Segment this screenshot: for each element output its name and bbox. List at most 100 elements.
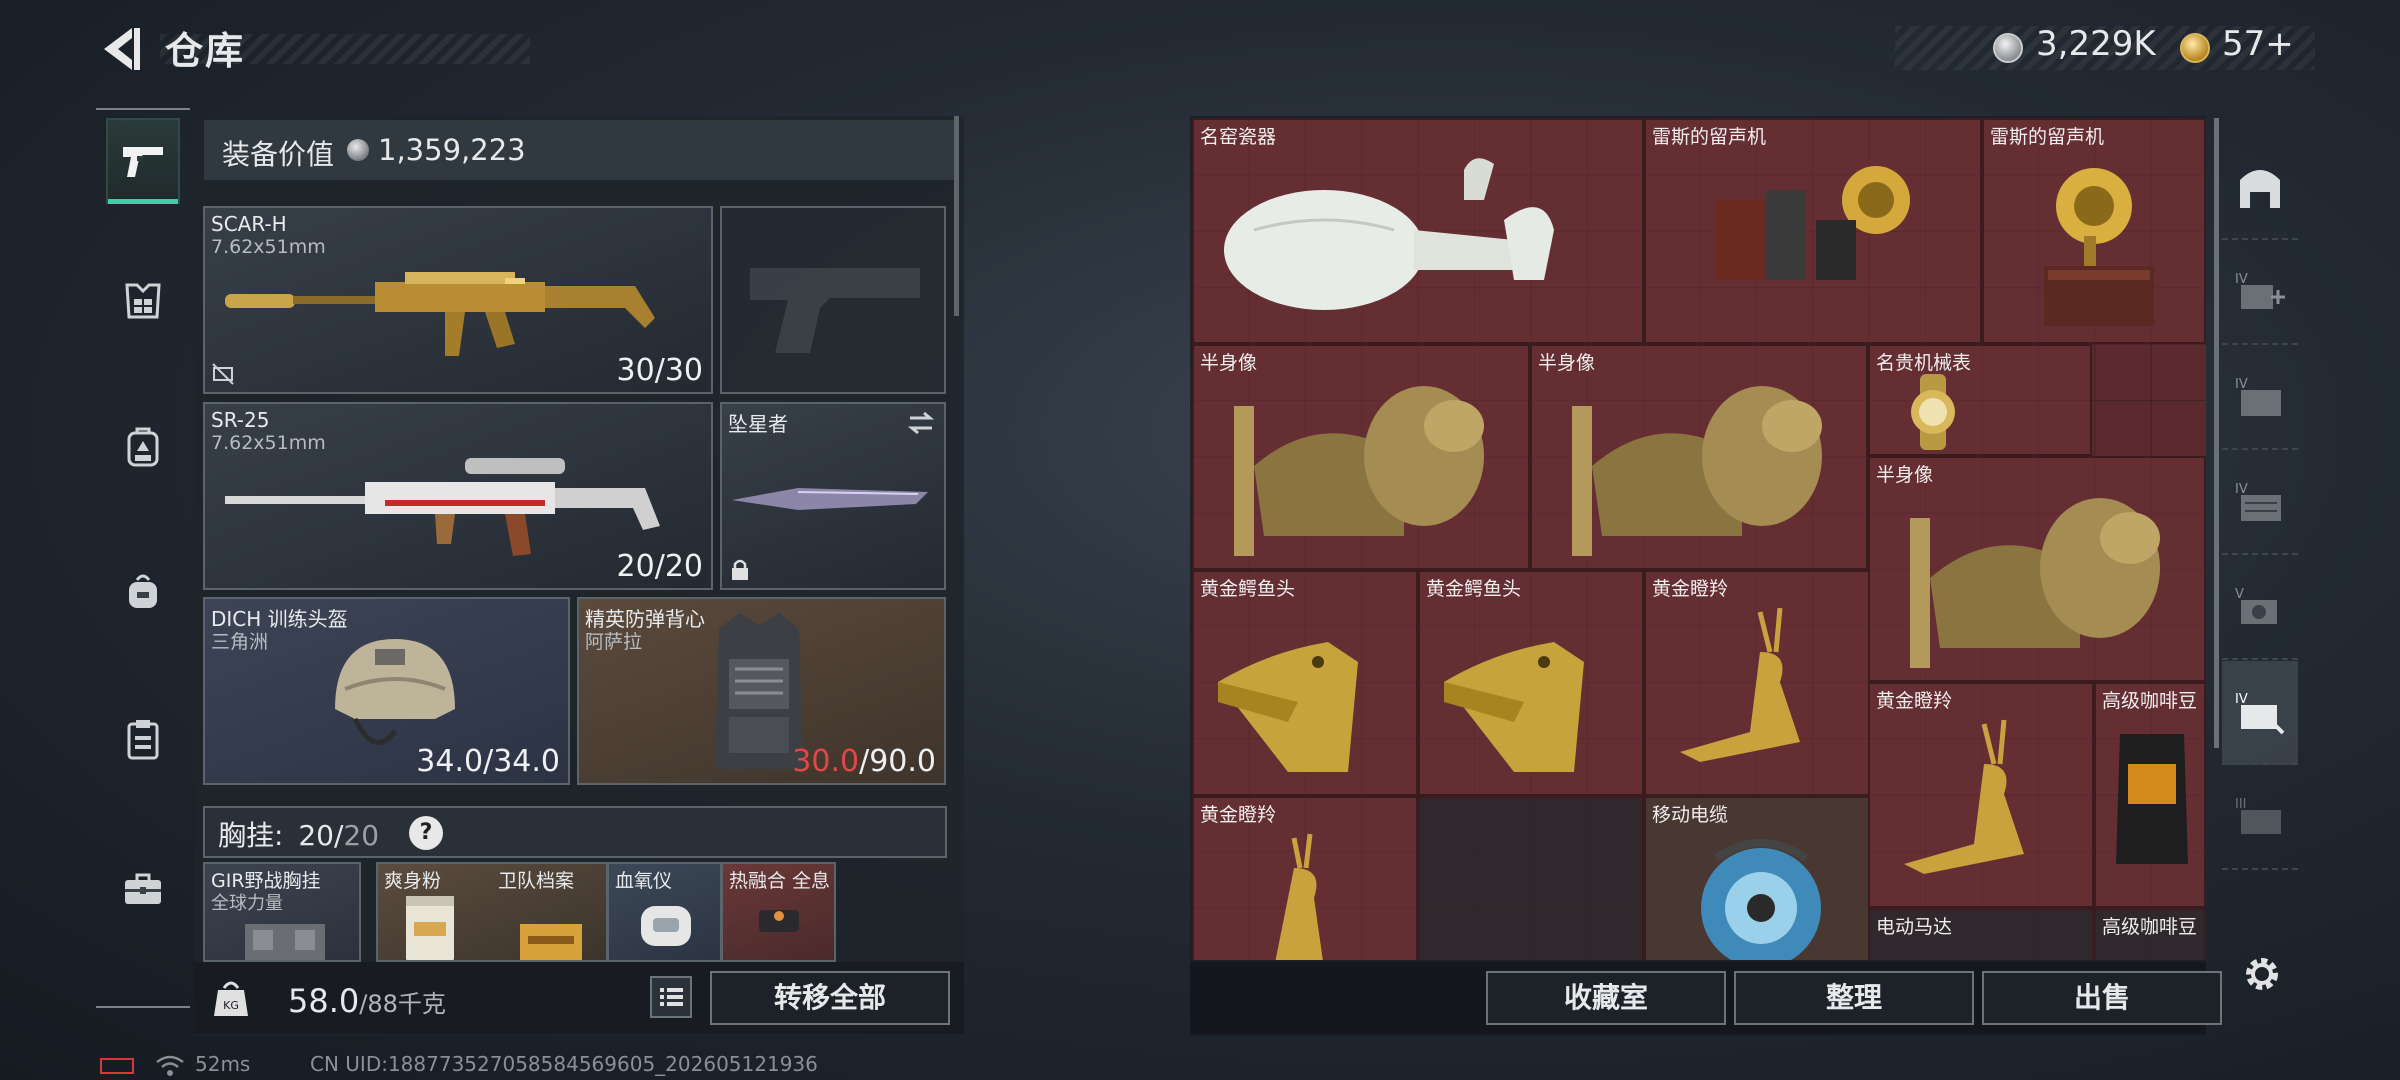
container-v-icon: V (2235, 587, 2277, 624)
category-armor[interactable] (106, 258, 180, 344)
category-rail (96, 108, 192, 1008)
pouch-item-name: 爽身粉 (384, 870, 442, 892)
secondary-weapon-slot[interactable]: SR-25 7.62x51mm 20/20 (203, 402, 713, 590)
help-button[interactable]: ? (409, 816, 443, 850)
vest-slot[interactable]: 精英防弹背心 阿萨拉 30.0/90.0 (577, 597, 946, 785)
crocodile-head-icon (1218, 642, 1358, 772)
helmet-slot[interactable]: DICH 训练头盔 三角洲 34.0/34.0 (203, 597, 570, 785)
armor-icon (125, 283, 161, 319)
swap-icon[interactable] (906, 410, 936, 436)
storage-item[interactable]: 高级咖啡豆 (2094, 682, 2206, 908)
crocodile-head-icon (1444, 642, 1584, 772)
primary-weapon-slot[interactable]: SCAR-H 7.62x51mm 30/30 (203, 206, 713, 394)
pouch-slot[interactable]: 血氧仪 (607, 862, 722, 962)
container-tab-iv-add[interactable]: IV (2222, 241, 2298, 345)
rig-faction: 全球力量 (211, 893, 283, 914)
page-title: 仓库 (165, 29, 246, 73)
gazelle-icon (1904, 719, 2024, 874)
bust-icon (1234, 386, 1484, 556)
container-iv-active-icon: IV (2235, 692, 2285, 735)
category-weapons[interactable] (106, 118, 180, 204)
gear-icon[interactable] (2240, 952, 2284, 996)
user-uid: CN UID:188773527058584569605_20260512193… (310, 1052, 818, 1076)
storage-item[interactable]: 名贵机械表 (1868, 344, 2092, 456)
container-iv-2-icon: IV (2235, 482, 2281, 521)
weapon-name: SCAR-H (211, 212, 287, 236)
category-backpack[interactable] (106, 403, 180, 489)
rig-slot[interactable]: GIR野战胸挂 全球力量 (203, 862, 361, 962)
storage-item[interactable]: 移动电缆 (1644, 796, 1870, 960)
sell-button[interactable]: 出售 (1982, 971, 2222, 1025)
helmet-durability: 34.0/34.0 (416, 744, 560, 779)
container-tab-v[interactable]: V (2222, 556, 2298, 660)
storage-item[interactable]: 黄金鳄鱼头 (1418, 570, 1644, 796)
pouch-item-name: 卫队档案 (498, 870, 575, 892)
chest-rig-title: 胸挂: (218, 819, 284, 852)
item-name: 黄金瞪羚 (1200, 804, 1277, 826)
storage-item[interactable]: 黄金瞪羚 (1868, 682, 2094, 908)
storage-item[interactable]: 雷斯的留声机 (1644, 118, 1982, 344)
porcelain-icon (1224, 158, 1554, 310)
bust-icon (1572, 386, 1822, 556)
empty-cell[interactable] (1418, 796, 1644, 960)
storage-item[interactable]: 高级咖啡豆 (2094, 908, 2206, 960)
equipment-value: 1,359,223 (378, 133, 526, 167)
clipboard-icon (127, 720, 159, 760)
svg-text:KG: KG (223, 999, 239, 1012)
chest-rig-capacity-max: 20 (343, 819, 380, 852)
category-rig[interactable] (106, 696, 180, 782)
storage-scrollbar[interactable] (2214, 118, 2219, 748)
rig-icon (245, 924, 325, 960)
transfer-all-button[interactable]: 转移全部 (710, 971, 950, 1025)
storage-item[interactable]: 半身像 (1868, 456, 2206, 682)
storage-item[interactable]: 半身像 (1530, 344, 1868, 570)
back-arrow-icon (104, 28, 140, 70)
storage-grid: 名窑瓷器 雷斯的留声机 雷斯的留声机 半身像 半身像 名贵机械表 半身像 黄金鳄… (1192, 118, 2206, 960)
container-tab-iv-active[interactable]: IV (2222, 661, 2298, 765)
pouch-item-name: 血氧仪 (615, 870, 673, 892)
container-tab-iv[interactable]: IV (2222, 346, 2298, 450)
storage-item[interactable]: 电动马达 (1868, 908, 2094, 960)
no-mod-icon (212, 363, 234, 385)
phonograph-icon (1716, 166, 1910, 280)
chest-rig-label: 胸挂: 20/20 (218, 814, 379, 854)
gold-coin-value[interactable]: 57+ (2222, 24, 2294, 64)
vest-faction: 阿萨拉 (585, 631, 643, 653)
storage-item[interactable]: 黄金瞪羚 (1192, 796, 1418, 960)
pouch-slot[interactable]: 热融合 全息 (721, 862, 836, 962)
melee-slot[interactable]: 坠星者 (720, 402, 946, 590)
category-bag[interactable] (106, 548, 180, 634)
container-tab-iii[interactable]: III (2222, 766, 2298, 870)
pistol-slot-empty[interactable] (720, 206, 946, 394)
item-name: 黄金鳄鱼头 (1200, 578, 1296, 600)
melee-name: 坠星者 (728, 412, 788, 436)
item-name: 黄金瞪羚 (1652, 578, 1729, 600)
category-toolbox[interactable] (106, 846, 180, 932)
equipment-value-label: 装备价值 (222, 138, 335, 171)
storage-item[interactable]: 黄金鳄鱼头 (1192, 570, 1418, 796)
scope-icon (759, 910, 799, 932)
pouch-slot[interactable]: 爽身粉 卫队档案 (376, 862, 608, 962)
collection-room-button[interactable]: 收藏室 (1486, 971, 1726, 1025)
storage-item[interactable]: 黄金瞪羚 (1644, 570, 1870, 796)
svg-text:IV: IV (2235, 272, 2248, 287)
pistol-icon (123, 147, 163, 177)
storage-item[interactable]: 半身像 (1192, 344, 1530, 570)
container-tab-iv-2[interactable]: IV (2222, 451, 2298, 555)
gold-coin-icon[interactable] (2180, 33, 2210, 63)
sort-button[interactable]: 整理 (1734, 971, 1974, 1025)
lock-icon (732, 559, 748, 580)
equipment-scrollbar[interactable] (954, 116, 959, 316)
container-tab-main[interactable] (2222, 136, 2298, 240)
bag-icon (129, 574, 157, 608)
storage-item[interactable]: 雷斯的留声机 (1982, 118, 2206, 344)
svg-text:IV: IV (2235, 692, 2248, 707)
storage-item[interactable]: 名窑瓷器 (1192, 118, 1644, 344)
list-view-button[interactable] (650, 976, 692, 1018)
helmet-faction: 三角洲 (211, 631, 269, 653)
vest-durability: 30.0/90.0 (792, 744, 936, 779)
safe-house-icon (2240, 170, 2280, 208)
back-button[interactable] (96, 22, 144, 76)
vest-durability-current: 30.0 (792, 744, 860, 779)
item-name: 名贵机械表 (1876, 352, 1972, 374)
